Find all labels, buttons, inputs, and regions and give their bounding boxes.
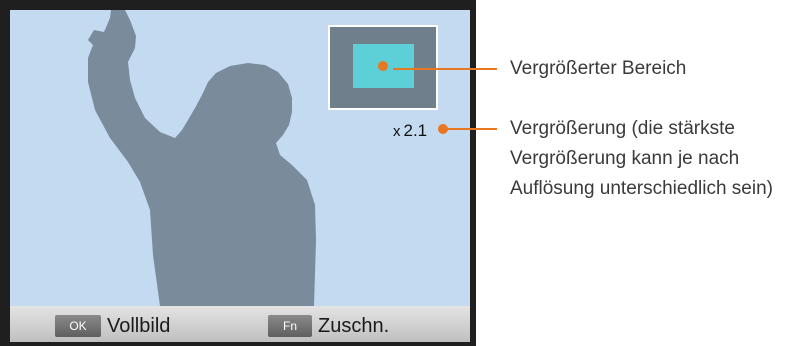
ok-key-label: Vollbild: [107, 315, 171, 337]
zoom-factor-prefix: x: [393, 123, 401, 140]
fn-key-button[interactable]: Fn: [268, 315, 312, 337]
zoom-factor-value: 2.1: [403, 121, 428, 140]
magnification-callout-line-2: Vergrößerung kann je nach: [510, 148, 740, 169]
magnification-callout-line: [443, 128, 497, 130]
zoom-factor-readout: x 2.1: [393, 121, 427, 141]
zoomed-area-marker: [378, 61, 388, 71]
camera-screen: x 2.1 OK Vollbild Fn Zuschn.: [0, 0, 476, 346]
magnification-callout-line-3: Auflösung unterschiedlich sein): [510, 178, 773, 199]
area-callout-line: [393, 68, 497, 70]
magnification-callout-line-1: Vergrößerung (die stärkste: [510, 118, 735, 139]
zoomed-area-indicator: [353, 44, 414, 88]
bottom-control-bar: OK Vollbild Fn Zuschn.: [10, 306, 470, 342]
ok-key-button[interactable]: OK: [55, 315, 101, 337]
image-viewport: x 2.1: [10, 10, 470, 306]
fn-key-label: Zuschn.: [318, 315, 390, 337]
area-callout-text: Vergrößerter Bereich: [510, 58, 687, 79]
